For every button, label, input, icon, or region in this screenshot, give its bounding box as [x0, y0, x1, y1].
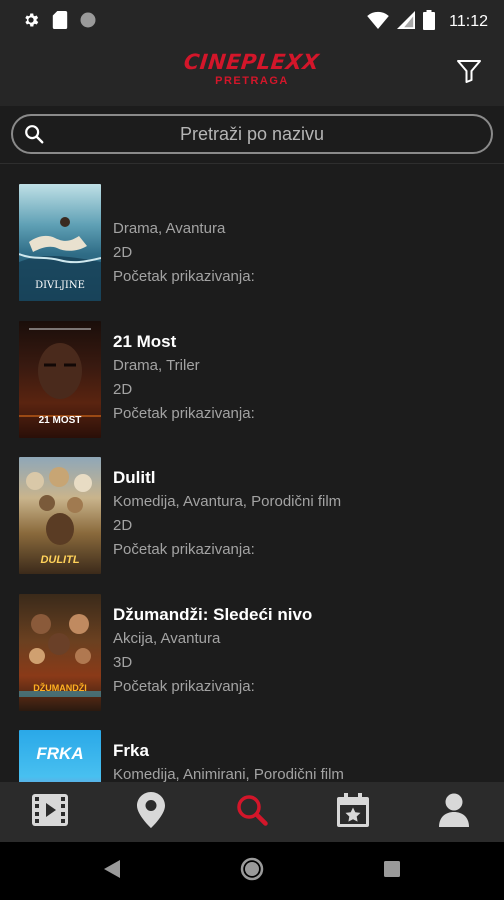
movie-poster[interactable]: DULITL — [19, 457, 101, 574]
filter-button[interactable] — [454, 58, 484, 88]
nav-profile[interactable] — [403, 782, 504, 842]
movie-title — [113, 193, 255, 217]
filter-icon — [456, 58, 482, 89]
movie-genre: Drama, Triler — [113, 357, 200, 374]
logo: CINEPLEXX PRETRAGA — [0, 50, 504, 88]
movie-poster[interactable]: DŽUMANDŽI — [19, 594, 101, 711]
list-item[interactable]: DIVLJINE Drama, Avantura 2D Početak prik… — [19, 184, 255, 301]
status-bar: 11:12 — [0, 0, 504, 44]
app-header: CINEPLEXX PRETRAGA — [0, 44, 504, 106]
poster-text: DŽUMANDŽI — [33, 683, 87, 693]
location-pin-icon — [137, 791, 166, 833]
nav-movies[interactable] — [0, 782, 101, 842]
user-icon — [438, 793, 469, 832]
search-field[interactable] — [11, 114, 493, 154]
back-icon — [104, 859, 120, 883]
poster-text: DULITL — [40, 554, 80, 566]
movie-list[interactable]: DIVLJINE Drama, Avantura 2D Početak prik… — [0, 164, 504, 782]
sd-card-icon — [52, 10, 68, 34]
signal-icon — [397, 10, 416, 34]
battery-icon — [423, 9, 436, 35]
list-item[interactable]: 21 MOST 21 Most Drama, Triler 2D Početak… — [19, 321, 255, 438]
film-icon — [32, 793, 69, 831]
back-button[interactable] — [42, 859, 182, 883]
bottom-nav — [0, 782, 504, 842]
movie-poster[interactable]: DIVLJINE — [19, 184, 101, 301]
movie-genre: Komedija, Animirani, Porodični film — [113, 766, 344, 782]
logo-text: CINEPLEXX — [183, 50, 321, 74]
gear-icon — [22, 11, 40, 34]
poster-text: FRKA — [36, 744, 84, 763]
movie-start: Početak prikazivanja: — [113, 678, 255, 695]
calendar-star-icon — [336, 792, 369, 832]
movie-format: 3D — [113, 654, 133, 671]
movie-info: 21 Most Drama, Triler 2D Početak prikazi… — [113, 321, 255, 438]
circle-icon — [80, 12, 96, 33]
home-button[interactable] — [182, 857, 322, 886]
poster-text: 21 MOST — [38, 415, 82, 426]
movie-poster[interactable]: FRKA — [19, 730, 101, 782]
search-icon — [235, 793, 269, 832]
movie-title: 21 Most — [113, 332, 177, 351]
movie-start: Početak prikazivanja: — [113, 268, 255, 285]
movie-info: Dulitl Komedija, Avantura, Porodični fil… — [113, 457, 341, 574]
movie-poster[interactable]: 21 MOST — [19, 321, 101, 438]
movie-start: Početak prikazivanja: — [113, 405, 255, 422]
system-nav-bar — [0, 842, 504, 900]
status-time: 11:12 — [449, 13, 488, 30]
movie-genre: Drama, Avantura — [113, 220, 226, 237]
search-input[interactable] — [62, 123, 442, 145]
search-bar — [0, 106, 504, 164]
recents-button[interactable] — [322, 860, 462, 882]
list-item[interactable]: FRKA Frka Komedija, Animirani, Porodični… — [19, 730, 344, 782]
movie-genre: Komedija, Avantura, Porodični film — [113, 493, 342, 510]
nav-locations[interactable] — [101, 782, 202, 842]
nav-schedule[interactable] — [302, 782, 403, 842]
list-item[interactable]: DŽUMANDŽI Džumandži: Sledeći nivo Akcija… — [19, 594, 312, 711]
movie-info: Frka Komedija, Animirani, Porodični film — [113, 730, 344, 782]
movie-title: Frka — [113, 741, 149, 760]
movie-format: 2D — [113, 381, 133, 398]
wifi-icon — [367, 11, 389, 34]
movie-format: 2D — [113, 517, 133, 534]
movie-info: Džumandži: Sledeći nivo Akcija, Avantura… — [113, 594, 312, 711]
movie-info: Drama, Avantura 2D Početak prikazivanja: — [113, 184, 255, 301]
movie-format: 2D — [113, 244, 133, 261]
recents-icon — [384, 860, 400, 882]
movie-title: Džumandži: Sledeći nivo — [113, 605, 313, 624]
list-item[interactable]: DULITL Dulitl Komedija, Avantura, Porodi… — [19, 457, 341, 574]
movie-genre: Akcija, Avantura — [113, 630, 221, 647]
nav-search[interactable] — [202, 782, 303, 842]
search-icon — [23, 123, 45, 150]
movie-start: Početak prikazivanja: — [113, 541, 255, 558]
movie-title: Dulitl — [113, 468, 156, 487]
home-icon — [240, 857, 264, 886]
poster-text: DIVLJINE — [35, 280, 85, 291]
page-subtitle: PRETRAGA — [215, 75, 289, 87]
